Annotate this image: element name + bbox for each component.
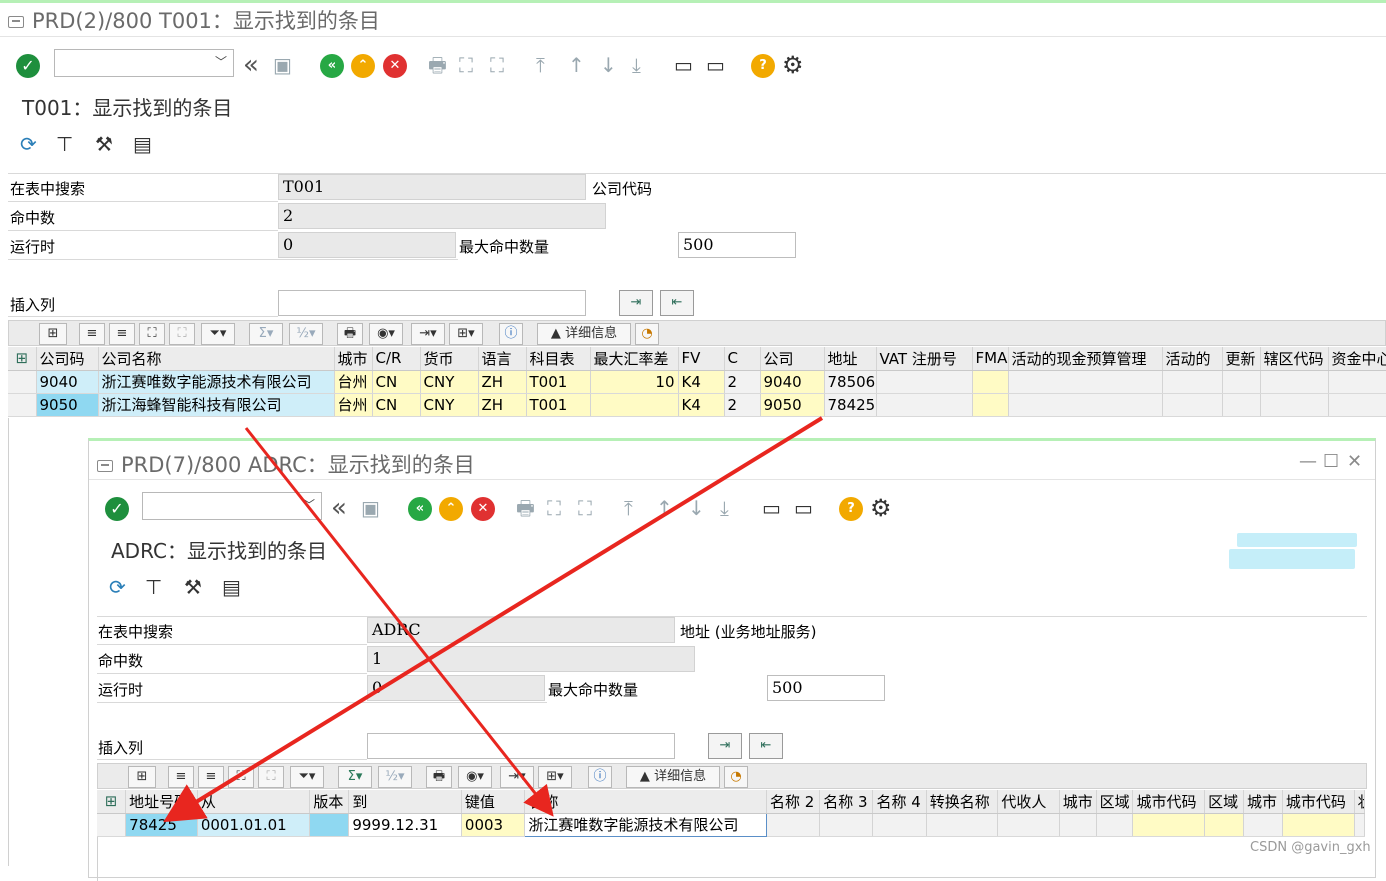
red-arrow-address-to-popup bbox=[163, 416, 824, 823]
annotation-arrows bbox=[163, 416, 824, 823]
watermark: CSDN @gavin_gxh bbox=[1250, 840, 1371, 855]
red-arrow-name-to-popup bbox=[244, 427, 554, 817]
